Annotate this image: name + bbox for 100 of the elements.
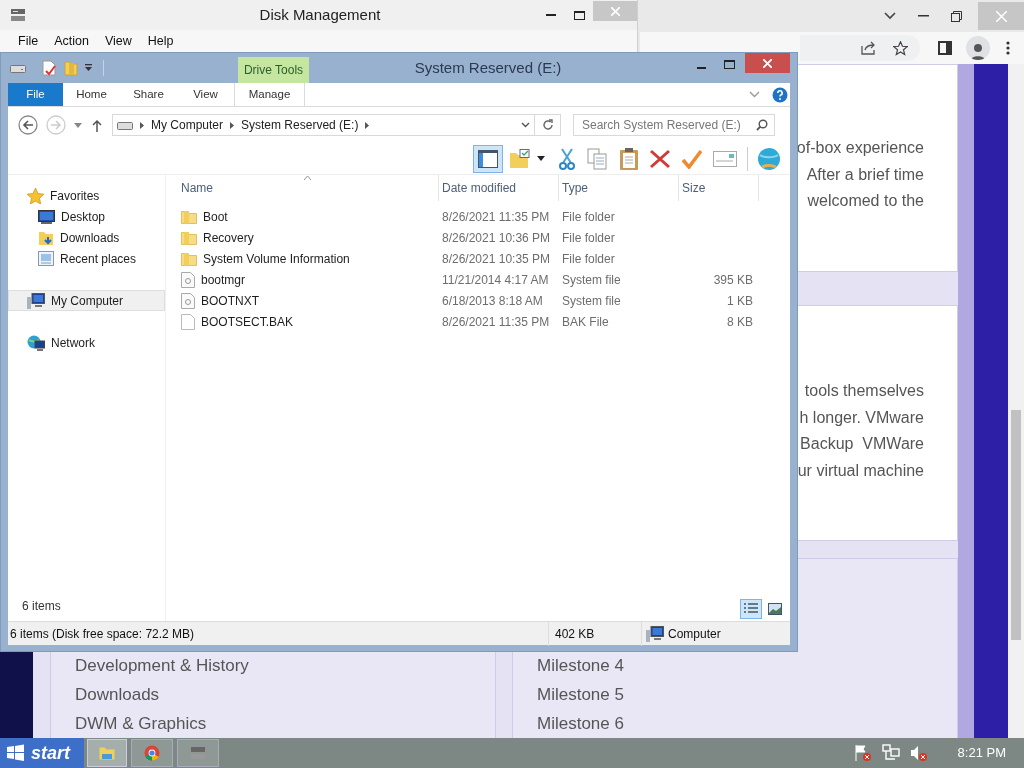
file-row[interactable]: Recovery 8/26/2021 10:36 PM File folder <box>178 227 790 248</box>
maximize-icon[interactable] <box>724 60 735 69</box>
milestone-link[interactable]: Milestone 6 <box>537 709 957 738</box>
window-title: Disk Management <box>258 4 382 25</box>
clock[interactable]: 8:21 PM <box>957 743 1006 763</box>
ribbon-tab[interactable]: Manage <box>234 83 305 106</box>
type-cell: File folder <box>562 230 615 245</box>
article-text: Backup VMWare <box>800 434 924 454</box>
up-arrow-icon[interactable] <box>92 118 102 132</box>
type-cell: BAK File <box>562 314 609 329</box>
network-tray-icon[interactable] <box>881 744 900 762</box>
refresh-button[interactable] <box>535 114 561 136</box>
view-button[interactable] <box>740 599 762 619</box>
chevron-down-icon[interactable] <box>884 12 896 20</box>
dropdown-icon[interactable] <box>521 122 530 128</box>
star-icon <box>27 187 44 204</box>
folder-icon <box>99 746 115 760</box>
nav-link[interactable]: Downloads <box>75 680 495 709</box>
size-cell: 8 KB <box>727 314 753 329</box>
ribbon-tab[interactable]: Share <box>120 83 177 106</box>
close-icon <box>763 58 772 68</box>
menu-icon[interactable] <box>1006 41 1010 55</box>
recent-places-icon <box>38 251 54 266</box>
file-row[interactable]: BOOTSECT.BAK 8/26/2021 11:35 PM BAK File 8 KB <box>178 311 790 332</box>
checkmark-icon[interactable] <box>681 148 703 169</box>
menu-item[interactable]: Action <box>54 31 89 51</box>
windows-logo-icon <box>6 744 26 762</box>
chevron-right-icon[interactable] <box>365 121 370 129</box>
type-cell: File folder <box>562 209 615 224</box>
nav-item[interactable]: My Computer <box>8 290 165 311</box>
start-button[interactable]: start <box>0 738 84 768</box>
folder-check-icon[interactable] <box>509 148 531 169</box>
file-row[interactable]: Boot 8/26/2021 11:35 PM File folder <box>178 206 790 227</box>
monitor-icon <box>38 209 55 224</box>
drive-icon[interactable] <box>10 63 26 73</box>
preview-pane-button[interactable] <box>473 144 503 173</box>
customize-caret-icon[interactable] <box>84 64 93 72</box>
star-icon[interactable] <box>893 40 908 56</box>
date-cell: 8/26/2021 10:36 PM <box>442 230 551 245</box>
menu-item[interactable]: File <box>18 31 39 51</box>
ribbon-tab[interactable]: View <box>177 83 234 106</box>
disk-icon <box>190 745 206 761</box>
column-header[interactable]: Type <box>559 175 679 201</box>
properties-icon[interactable] <box>42 60 56 76</box>
nav-item[interactable]: Downloads <box>8 227 165 248</box>
scissors-icon[interactable] <box>559 147 575 170</box>
profile-avatar[interactable] <box>966 36 990 60</box>
ribbon-tab[interactable]: Home <box>63 83 120 106</box>
milestone-link[interactable]: Milestone 5 <box>537 680 957 709</box>
close-icon <box>995 10 1007 22</box>
minimize-icon[interactable] <box>918 15 929 17</box>
globe-icon[interactable] <box>756 146 782 171</box>
nav-link[interactable]: DWM & Graphics <box>75 709 495 738</box>
nav-item[interactable]: Recent places <box>8 248 165 269</box>
flag-warning-icon[interactable] <box>853 744 872 762</box>
restore-icon[interactable] <box>951 10 962 22</box>
taskbar-button[interactable] <box>177 739 219 767</box>
nav-item[interactable]: Favorites <box>8 185 165 206</box>
share-icon[interactable] <box>861 41 877 55</box>
clipboard-icon[interactable] <box>619 146 639 171</box>
expand-ribbon-icon[interactable] <box>749 91 760 98</box>
file-row[interactable]: BOOTNXT 6/18/2013 8:18 AM System file 1 KB <box>178 290 790 311</box>
article-text: After a brief time <box>806 164 924 185</box>
chevron-right-icon[interactable] <box>230 121 235 129</box>
column-header[interactable]: Size <box>679 175 759 201</box>
muted-speaker-icon[interactable] <box>909 744 928 762</box>
scrollbar[interactable] <box>1008 64 1024 738</box>
close-button[interactable] <box>745 53 790 73</box>
search-field[interactable]: Search System Reserved (E:) <box>573 114 775 136</box>
help-icon[interactable] <box>772 86 788 103</box>
nav-item[interactable]: Desktop <box>8 206 165 227</box>
nav-item[interactable]: Network <box>8 332 165 353</box>
download-folder-icon <box>38 229 54 246</box>
file-name: BOOTSECT.BAK <box>201 313 294 331</box>
address-bar[interactable]: My Computer System Reserved (E:) <box>112 114 535 136</box>
back-icon[interactable] <box>18 115 38 135</box>
recent-caret-icon[interactable] <box>74 122 82 128</box>
ribbon-tab[interactable]: File <box>8 83 63 106</box>
network-icon <box>27 334 45 351</box>
address-bar-end[interactable] <box>800 35 920 61</box>
file-icon <box>181 313 195 330</box>
article-text: tools themselves <box>804 381 924 401</box>
file-name: System Volume Information <box>203 250 350 268</box>
column-header[interactable]: Date modified <box>439 175 559 201</box>
drive-icon <box>117 120 133 130</box>
delete-icon[interactable] <box>649 148 671 169</box>
side-panel-icon[interactable] <box>938 41 952 55</box>
milestone-link[interactable]: Milestone 4 <box>537 651 957 680</box>
menu-item[interactable]: View <box>104 31 132 51</box>
status-text: 6 items (Disk free space: 72.2 MB) <box>10 626 195 641</box>
file-row[interactable]: bootmgr 11/21/2014 4:17 AM System file 395 KB <box>178 269 790 290</box>
breadcrumb-item[interactable]: My Computer <box>151 116 224 134</box>
maximize-icon[interactable] <box>574 10 585 20</box>
chevron-right-icon[interactable] <box>140 121 144 129</box>
column-header[interactable]: Name <box>178 175 439 201</box>
breadcrumb-item[interactable]: System Reserved (E:) <box>241 116 359 134</box>
nav-link[interactable]: Development & History <box>75 651 495 680</box>
caret-icon[interactable] <box>537 156 545 161</box>
menu-item[interactable]: Help <box>147 31 174 51</box>
file-row[interactable]: System Volume Information 8/26/2021 10:35 PM File folder <box>178 248 790 269</box>
